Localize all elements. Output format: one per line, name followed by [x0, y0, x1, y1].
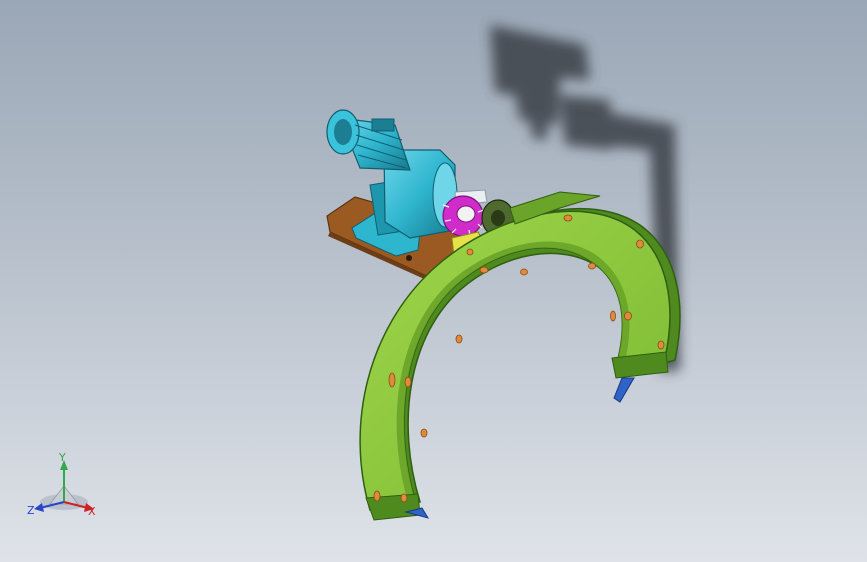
coordinate-triad: Y Z X — [22, 446, 106, 526]
model-scene[interactable] — [0, 0, 867, 562]
axis-x-label: X — [88, 505, 96, 518]
graphics-viewport[interactable]: Y Z X — [0, 0, 867, 562]
electric-motor[interactable] — [326, 109, 411, 171]
axis-y-label: Y — [59, 451, 66, 464]
axis-z-label: Z — [27, 504, 35, 517]
bevel-gear[interactable] — [442, 195, 485, 237]
support-feet[interactable] — [404, 377, 635, 519]
